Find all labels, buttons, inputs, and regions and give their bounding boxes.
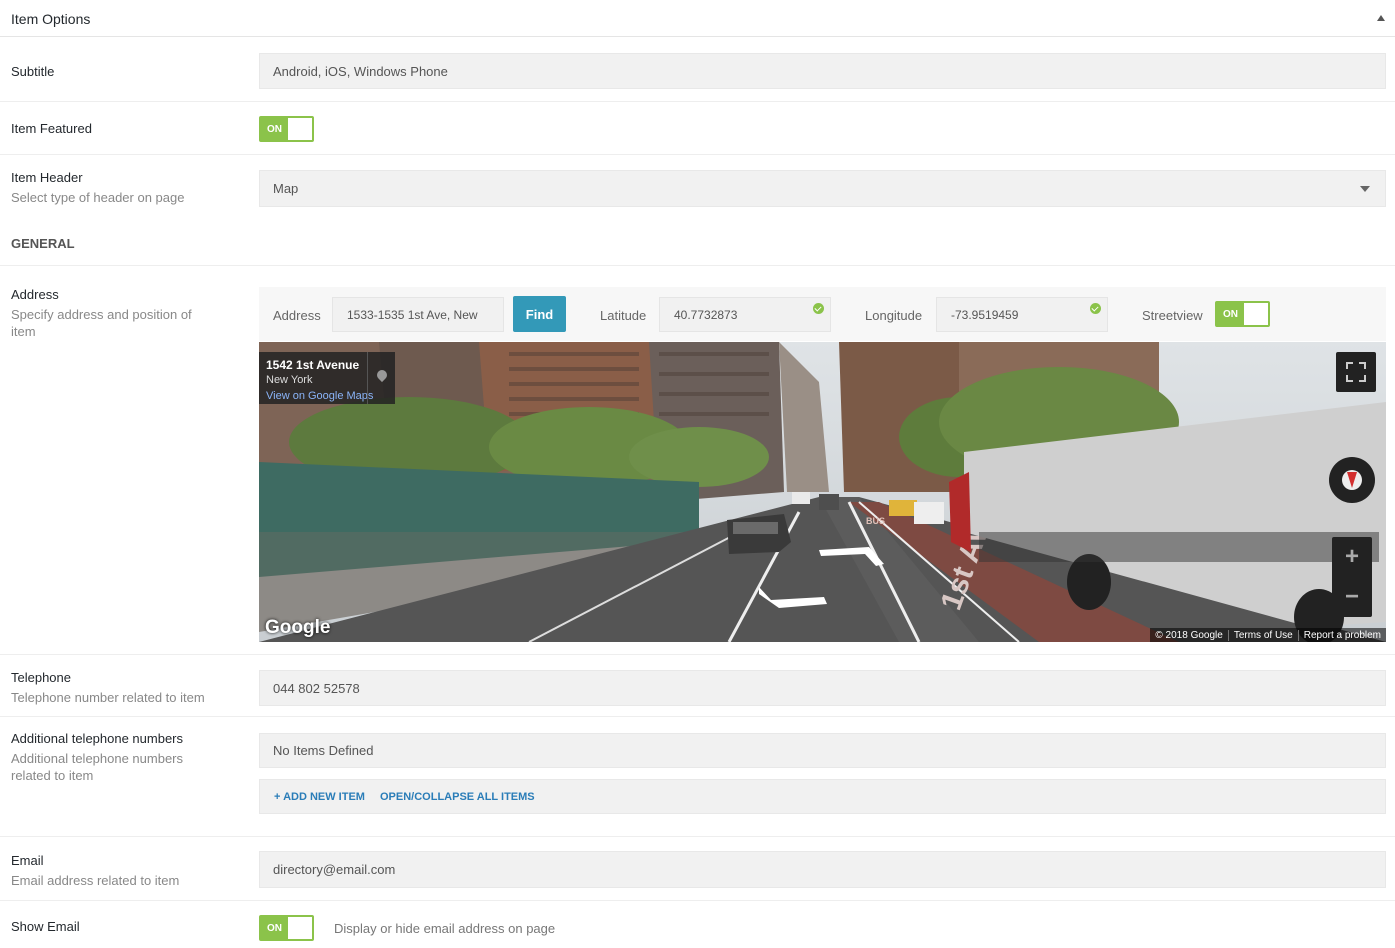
add-new-item-button[interactable]: + ADD NEW ITEM bbox=[274, 791, 365, 803]
email-desc: Email address related to item bbox=[11, 873, 180, 888]
find-button[interactable]: Find bbox=[513, 296, 566, 332]
address-desc: Specify address and position of item bbox=[11, 307, 192, 339]
additional-phones-label: Additional telephone numbers bbox=[11, 731, 184, 746]
streetview-toggle[interactable]: ON bbox=[1215, 301, 1270, 327]
zoom-control: + − bbox=[1332, 537, 1372, 617]
header-select[interactable]: Map bbox=[259, 170, 1386, 207]
row-divider bbox=[0, 265, 1395, 266]
longitude-input-value: -73.9519459 bbox=[951, 307, 1019, 322]
panel-title: Item Options bbox=[11, 11, 91, 27]
show-email-toggle-state: ON bbox=[261, 917, 288, 939]
address-field-label: Address bbox=[273, 308, 321, 323]
compass-icon[interactable] bbox=[1329, 457, 1375, 503]
additional-phones-desc: Additional telephone numbers related to … bbox=[11, 751, 184, 783]
additional-phones-list: No Items Defined bbox=[259, 733, 1386, 768]
row-divider bbox=[0, 716, 1395, 717]
zoom-in-button[interactable]: + bbox=[1332, 537, 1372, 577]
subtitle-input[interactable]: Android, iOS, Windows Phone bbox=[259, 53, 1386, 89]
collapse-arrow-icon[interactable] bbox=[1377, 15, 1385, 21]
check-icon bbox=[1090, 303, 1101, 314]
place-info-card: 1542 1st Avenue New York View on Google … bbox=[259, 352, 395, 404]
google-logo: Google bbox=[265, 617, 331, 638]
place-city: New York bbox=[266, 374, 313, 386]
telephone-desc: Telephone number related to item bbox=[11, 690, 205, 705]
bus-lane-text: BUS bbox=[866, 516, 885, 526]
streetview-label: Streetview bbox=[1142, 308, 1203, 323]
address-label: Address bbox=[11, 287, 59, 302]
check-icon bbox=[813, 303, 824, 314]
panel-header[interactable]: Item Options bbox=[0, 0, 1395, 37]
car bbox=[727, 514, 791, 554]
address-toolbar: Address 1533-1535 1st Ave, New Find Lati… bbox=[259, 287, 1386, 341]
row-divider bbox=[0, 836, 1395, 837]
row-divider bbox=[0, 154, 1395, 155]
empty-list-text: No Items Defined bbox=[273, 743, 374, 758]
subtitle-input-value: Android, iOS, Windows Phone bbox=[273, 63, 448, 79]
show-email-label: Show Email bbox=[11, 919, 80, 934]
longitude-input[interactable]: -73.9519459 bbox=[936, 297, 1108, 332]
header-desc: Select type of header on page bbox=[11, 190, 185, 205]
show-email-toggle[interactable]: ON bbox=[259, 915, 314, 941]
latitude-input-value: 40.7732873 bbox=[674, 307, 738, 322]
terms-of-use-link[interactable]: Terms of Use bbox=[1227, 629, 1298, 641]
header-label: Item Header bbox=[11, 170, 83, 185]
telephone-input-value: 044 802 52578 bbox=[273, 680, 360, 696]
streetview-map[interactable]: 1st Ave BUS 1542 1st Avenue New York Vie… bbox=[259, 342, 1386, 642]
fullscreen-icon bbox=[1346, 375, 1353, 382]
email-input-value: directory@email.com bbox=[273, 862, 396, 877]
report-problem-link[interactable]: Report a problem bbox=[1297, 629, 1386, 641]
latitude-input[interactable]: 40.7732873 bbox=[659, 297, 831, 332]
address-input-value: 1533-1535 1st Ave, New bbox=[347, 307, 478, 322]
chevron-down-icon bbox=[1360, 186, 1370, 192]
featured-label: Item Featured bbox=[11, 121, 92, 136]
latitude-label: Latitude bbox=[600, 308, 647, 323]
repeater-actions: + ADD NEW ITEM OPEN/COLLAPSE ALL ITEMS bbox=[259, 779, 1386, 814]
map-attribution: © 2018 Google Terms of Use Report a prob… bbox=[1150, 628, 1386, 642]
streetview-toggle-state: ON bbox=[1217, 303, 1244, 325]
telephone-label: Telephone bbox=[11, 670, 71, 685]
toggle-knob bbox=[1244, 303, 1268, 325]
email-label: Email bbox=[11, 853, 44, 868]
row-divider bbox=[0, 900, 1395, 901]
fullscreen-icon bbox=[1359, 375, 1366, 382]
zoom-out-button[interactable]: − bbox=[1332, 577, 1372, 617]
longitude-label: Longitude bbox=[865, 308, 923, 323]
telephone-input[interactable]: 044 802 52578 bbox=[259, 670, 1386, 706]
featured-toggle[interactable]: ON bbox=[259, 116, 314, 142]
streetview-image[interactable]: 1st Ave BUS bbox=[259, 342, 1386, 642]
toggle-knob bbox=[288, 917, 312, 939]
toggle-knob bbox=[288, 118, 312, 140]
header-select-value: Map bbox=[273, 181, 299, 196]
featured-toggle-state: ON bbox=[261, 118, 288, 140]
row-divider bbox=[0, 101, 1395, 102]
fullscreen-icon bbox=[1346, 362, 1353, 369]
section-heading-general: GENERAL bbox=[11, 236, 75, 251]
address-input[interactable]: 1533-1535 1st Ave, New bbox=[332, 297, 504, 332]
fullscreen-icon bbox=[1359, 362, 1366, 369]
view-on-google-maps-link[interactable]: View on Google Maps bbox=[266, 390, 373, 402]
subtitle-label: Subtitle bbox=[11, 64, 55, 79]
row-divider bbox=[0, 654, 1395, 655]
map-copyright: © 2018 Google bbox=[1155, 629, 1223, 641]
place-title: 1542 1st Avenue bbox=[266, 358, 360, 372]
open-collapse-all-button[interactable]: OPEN/COLLAPSE ALL ITEMS bbox=[380, 791, 535, 803]
email-input[interactable]: directory@email.com bbox=[259, 851, 1386, 888]
show-email-note: Display or hide email address on page bbox=[334, 921, 556, 936]
map-pin-icon[interactable] bbox=[367, 352, 395, 404]
fullscreen-button[interactable] bbox=[1336, 352, 1376, 392]
